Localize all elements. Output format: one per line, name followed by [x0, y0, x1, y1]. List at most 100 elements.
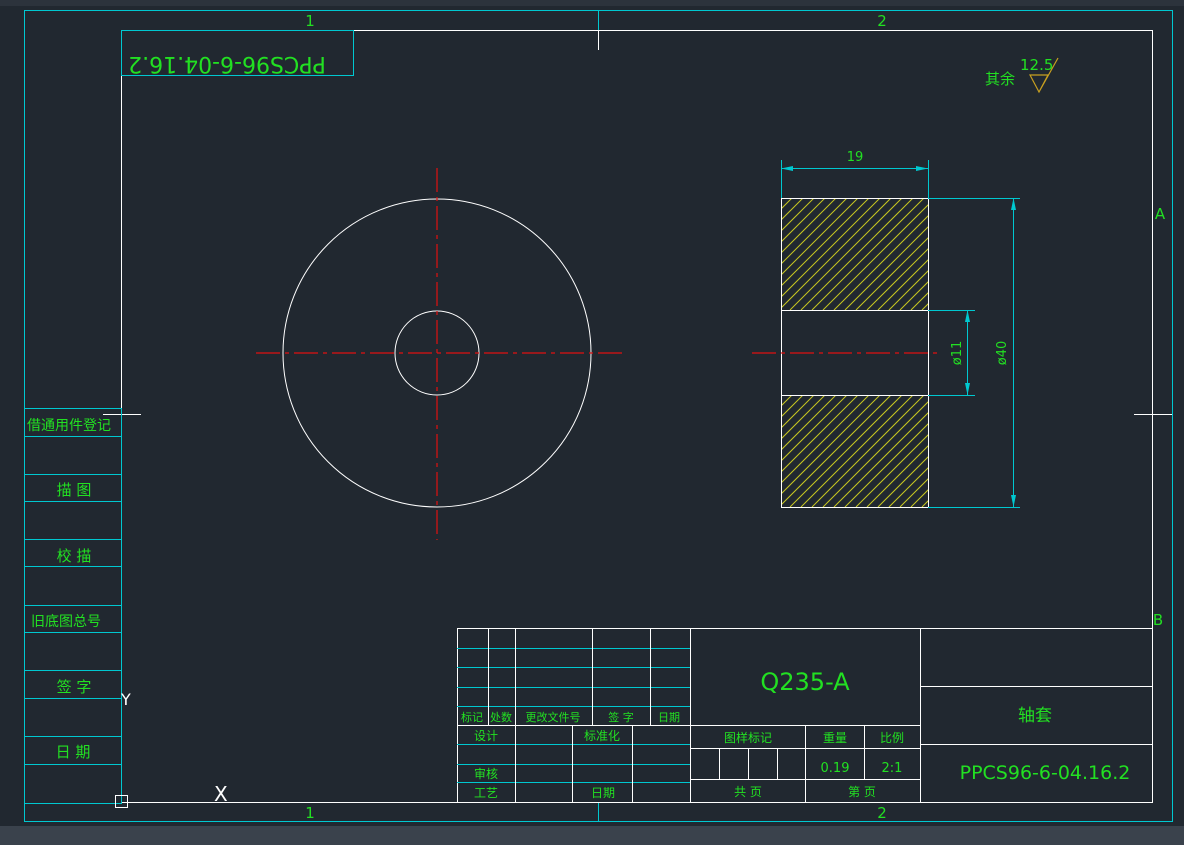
rev-header-sign: 签 字 — [608, 710, 634, 724]
hatch-line — [955, 395, 1067, 507]
label-standardization: 标准化 — [584, 729, 620, 743]
cad-drawing-canvas[interactable]: 1 2 1 2 A B PPCS96-6-04.16.2 其余 12.5 19 … — [0, 0, 1184, 845]
hatch-line — [781, 395, 782, 396]
label-weight: 重量 — [823, 731, 847, 745]
hatch-line — [614, 198, 726, 310]
hatch-line — [658, 395, 770, 507]
roughness-label: 其余 — [985, 70, 1015, 88]
hatch-line — [899, 478, 928, 507]
hatch-line — [866, 248, 928, 310]
label-total-sheets: 共 页 — [734, 785, 762, 799]
hatch-line — [921, 500, 928, 507]
scale-value: 2:1 — [882, 761, 903, 776]
hatch-line — [647, 198, 759, 310]
hatch-line — [781, 198, 881, 298]
top-window-edge — [0, 0, 1184, 6]
mirrored-number-box: PPCS96-6-04.16.2 — [121, 30, 354, 76]
hatch-line — [866, 445, 928, 507]
hatch-line — [933, 395, 1045, 507]
hatch-line — [855, 237, 928, 310]
hatch-bottom — [592, 395, 1078, 507]
dim-width-text: 19 — [847, 150, 864, 165]
hatch-line — [844, 226, 928, 310]
label-date: 日期 — [591, 786, 615, 800]
hatch-line — [944, 395, 1056, 507]
hatch-line — [603, 395, 715, 507]
front-view[interactable] — [256, 168, 622, 540]
zone-label-top-1: 1 — [305, 12, 315, 30]
hatch-line — [781, 198, 815, 232]
hatch-line — [877, 456, 928, 507]
hatch-line — [822, 401, 928, 507]
panel-label-trace: 描 图 — [57, 481, 92, 499]
hatch-line — [944, 198, 1056, 310]
hatch-line — [781, 198, 837, 254]
title-block: 标记 处数 更改文件号 签 字 日期 设计 标准化 审核 工艺 日期 Q235-… — [457, 628, 1153, 803]
hatch-line — [647, 395, 759, 507]
dim-outer: ø40 — [928, 198, 1020, 508]
hatch-line — [966, 395, 1078, 507]
hatch-line — [781, 198, 892, 309]
label-process: 工艺 — [474, 786, 498, 800]
hatch-line — [933, 198, 1045, 310]
bottom-window-edge — [0, 826, 1184, 845]
hatch-line — [781, 395, 848, 462]
hatch-line — [781, 395, 859, 473]
hatch-line — [781, 198, 870, 287]
panel-label-borrow: 借通用件登记 — [27, 418, 111, 434]
hatch-line — [789, 198, 903, 310]
hatch-line — [833, 215, 928, 310]
hatch-line — [800, 198, 914, 310]
panel-label-date: 日 期 — [56, 743, 91, 761]
hatch-line — [781, 198, 782, 199]
hatch-line — [781, 395, 804, 418]
hatch-line — [592, 198, 704, 310]
hatch-line — [888, 270, 928, 310]
rev-header-date: 日期 — [658, 711, 680, 724]
hatch-line — [800, 395, 914, 507]
hatch-line — [910, 292, 928, 310]
hatch-line — [781, 198, 804, 221]
label-scale: 比例 — [880, 731, 904, 745]
rev-header-file: 更改文件号 — [526, 710, 581, 724]
rev-header-mark: 标记 — [461, 710, 483, 724]
mirrored-drawing-number: PPCS96-6-04.16.2 — [128, 51, 326, 76]
hatch-line — [781, 395, 815, 429]
hatch-line — [603, 198, 715, 310]
drawing-number: PPCS96-6-04.16.2 — [960, 762, 1131, 784]
panel-label-old-number: 旧底图总号 — [31, 614, 101, 630]
dim-outer-text: ø40 — [995, 341, 1010, 366]
panel-label-sign: 签 字 — [57, 678, 92, 696]
label-figure-mark: 图样标记 — [724, 730, 772, 745]
hatch-line — [910, 489, 928, 507]
outer-frame — [24, 10, 1173, 822]
hatch-line — [625, 395, 737, 507]
hatch-line — [592, 395, 704, 507]
zone-label-b: B — [1153, 611, 1163, 629]
ucs-x-label: X — [214, 782, 228, 806]
hatch-line — [781, 198, 826, 243]
hatch-line — [636, 395, 748, 507]
part-name: 轴套 — [1018, 706, 1052, 726]
dim-width: 19 — [781, 150, 929, 198]
material-text: Q235-A — [760, 668, 850, 696]
hatch-line — [977, 198, 1089, 310]
hatch-line — [614, 395, 726, 507]
section-view[interactable]: 19 ø11 ø40 — [581, 150, 1089, 508]
hatch-line — [811, 395, 925, 507]
hatch-line — [658, 198, 770, 310]
hatch-line — [581, 198, 693, 310]
zone-label-bottom-1: 1 — [305, 804, 315, 822]
rev-header-count: 处数 — [490, 711, 512, 724]
hatch-line — [781, 198, 859, 276]
hatch-line — [781, 395, 826, 440]
ucs-icon: Y X — [115, 690, 228, 808]
roughness-note: 其余 12.5 — [985, 56, 1059, 94]
zone-label-a: A — [1155, 205, 1166, 223]
hatch-line — [833, 412, 928, 507]
zone-label-top-2: 2 — [877, 12, 887, 30]
hatch-line — [855, 434, 928, 507]
hatch-line — [921, 303, 928, 310]
hatch-line — [636, 198, 748, 310]
weight-value: 0.19 — [821, 761, 850, 776]
